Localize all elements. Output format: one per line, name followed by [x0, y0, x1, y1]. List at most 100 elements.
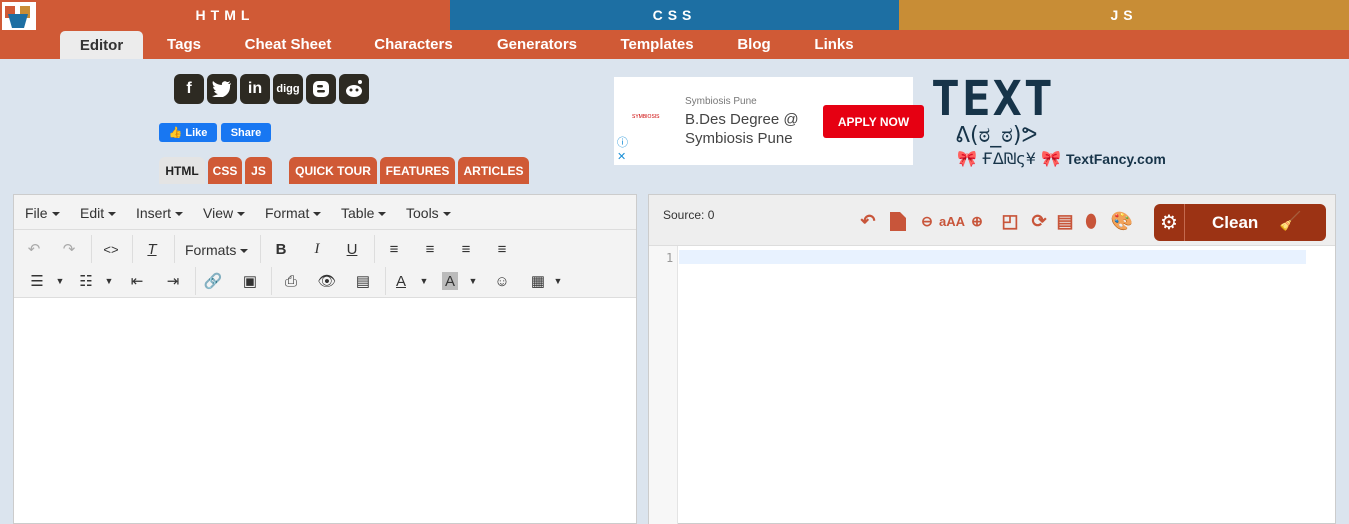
blogger-icon[interactable]	[306, 74, 336, 104]
ad-headline[interactable]: B.Des Degree @ Symbiosis Pune	[685, 110, 815, 148]
nav-tags[interactable]: Tags	[160, 30, 208, 59]
nav-characters[interactable]: Characters	[366, 30, 461, 59]
ad-apply-button[interactable]: APPLY NOW	[823, 105, 924, 138]
align-left-icon[interactable]: ≡	[383, 238, 405, 260]
digg-icon[interactable]: digg	[273, 74, 303, 104]
menu-tools[interactable]: Tools	[406, 205, 451, 221]
copy-icon[interactable]: ▤	[1054, 210, 1076, 232]
wysiwyg-editor: File Edit Insert View Format Table Tools…	[13, 194, 637, 524]
clean-button[interactable]: ⚙ Clean 🧹	[1154, 204, 1326, 241]
subtab-articles[interactable]: ARTICLES	[458, 157, 529, 184]
textfancy-promo[interactable]: TEXT ᕕ(ಠ_ಠ)ᕗ 🎀 ҒΔ₪ς¥ 🎀 TextFancy.com	[931, 75, 1166, 175]
preview-icon[interactable]: 👁	[316, 270, 338, 292]
code-panel: Source: 0 ↶ ⊖ aAA ⊕ ◰ ⟳ ▤ ⬮ 🎨 ⚙ Clean 🧹 …	[648, 194, 1336, 524]
social-icons: f in digg	[174, 74, 369, 104]
ad-advertiser: Symbiosis Pune	[685, 96, 757, 107]
source-counter: Source: 0	[663, 208, 715, 222]
facebook-share-button[interactable]: Share	[221, 123, 271, 142]
align-justify-icon[interactable]: ≡	[491, 238, 513, 260]
decrease-font-icon[interactable]: ⊖	[917, 210, 937, 232]
source-code-icon[interactable]: <>	[100, 238, 122, 260]
font-size-icon[interactable]: aAA	[937, 210, 967, 232]
line-gutter	[649, 246, 678, 524]
indent-icon[interactable]: ⇥	[162, 270, 184, 292]
textfancy-fancy: ҒΔ₪ς¥	[982, 149, 1036, 168]
background-color-dropdown-icon[interactable]: ▼	[462, 270, 484, 292]
nav-templates[interactable]: Templates	[613, 30, 701, 59]
mouse-icon[interactable]: ⬮	[1081, 210, 1101, 232]
menu-view[interactable]: View	[203, 205, 246, 221]
menu-format[interactable]: Format	[265, 205, 322, 221]
subtab-quick-tour[interactable]: QUICK TOUR	[289, 157, 377, 184]
media-icon[interactable]: ▤	[352, 270, 374, 292]
numbered-list-dropdown-icon[interactable]: ▼	[98, 270, 120, 292]
undo-icon[interactable]: ↶	[857, 210, 879, 232]
clear-formatting-icon[interactable]: T	[141, 238, 163, 260]
new-document-icon[interactable]	[887, 210, 909, 232]
undo-icon[interactable]: ↶	[23, 238, 45, 260]
redo-icon[interactable]: ↷	[58, 238, 80, 260]
ad-info-icon[interactable]: ⓘ ✕	[617, 136, 628, 164]
gear-icon[interactable]: ⚙	[1154, 204, 1185, 241]
bow-icon: 🎀	[1040, 149, 1061, 168]
menu-insert[interactable]: Insert	[136, 205, 184, 221]
lang-css-tab[interactable]: CSS	[450, 0, 899, 30]
menu-file[interactable]: File	[25, 205, 60, 221]
background-color-icon[interactable]: A	[442, 272, 458, 290]
bullet-list-icon[interactable]: ☰	[26, 270, 48, 292]
italic-icon[interactable]: I	[306, 238, 328, 260]
menu-table[interactable]: Table	[341, 205, 387, 221]
subtab-html[interactable]: HTML	[159, 157, 205, 184]
editor-content-area[interactable]	[14, 299, 636, 523]
subtab-js[interactable]: JS	[245, 157, 272, 184]
formats-dropdown[interactable]: Formats	[185, 242, 249, 258]
facebook-icon[interactable]: f	[174, 74, 204, 104]
line-number: 1	[666, 251, 674, 265]
nav-generators[interactable]: Generators	[488, 30, 586, 59]
nav-cheat-sheet[interactable]: Cheat Sheet	[236, 30, 340, 59]
underline-icon[interactable]: U	[341, 238, 363, 260]
emoticons-icon[interactable]: ☺	[491, 270, 513, 292]
table-dropdown-icon[interactable]: ▼	[547, 270, 569, 292]
site-logo[interactable]	[2, 2, 36, 30]
palette-icon[interactable]: 🎨	[1110, 210, 1134, 232]
table-icon[interactable]: ▦	[527, 270, 549, 292]
language-bar: HTML CSS JS	[0, 0, 1349, 30]
linkedin-icon[interactable]: in	[240, 74, 270, 104]
outdent-icon[interactable]: ⇤	[126, 270, 148, 292]
reddit-icon[interactable]	[339, 74, 369, 104]
lang-js-tab[interactable]: JS	[899, 0, 1349, 30]
text-color-icon[interactable]: A	[390, 270, 412, 292]
nav-links[interactable]: Links	[806, 30, 862, 59]
print-icon[interactable]: ⎙	[280, 270, 302, 292]
align-right-icon[interactable]: ≡	[455, 238, 477, 260]
subtab-features[interactable]: FEATURES	[380, 157, 455, 184]
editor-menubar: File Edit Insert View Format Table Tools	[14, 195, 636, 230]
bold-icon[interactable]: B	[270, 238, 292, 260]
facebook-like-button[interactable]: 👍 Like	[159, 123, 217, 142]
sync-icon[interactable]: ⟳	[1028, 210, 1050, 232]
nav-blog[interactable]: Blog	[728, 30, 780, 59]
increase-font-icon[interactable]: ⊕	[967, 210, 987, 232]
textfancy-face: ᕕ(ಠ_ಠ)ᕗ	[955, 123, 1038, 148]
menu-edit[interactable]: Edit	[80, 205, 117, 221]
twitter-icon[interactable]	[207, 74, 237, 104]
align-center-icon[interactable]: ≡	[419, 238, 441, 260]
share-label: Share	[230, 126, 262, 139]
text-color-dropdown-icon[interactable]: ▼	[413, 270, 435, 292]
bullet-list-dropdown-icon[interactable]: ▼	[49, 270, 71, 292]
nav-editor[interactable]: Editor	[60, 31, 143, 59]
ad-logo: SYMBIOSIS	[632, 114, 660, 120]
wrap-icon[interactable]: ◰	[999, 210, 1021, 232]
like-label: Like	[185, 126, 208, 139]
broom-icon: 🧹	[1279, 211, 1302, 231]
lang-html-tab[interactable]: HTML	[0, 0, 450, 30]
code-editor-area[interactable]	[679, 247, 1334, 523]
image-icon[interactable]: ▣	[239, 270, 261, 292]
thumbs-up-icon: 👍	[168, 127, 183, 139]
editor-toolbar: ↶ ↷ <> T Formats B I U ≡ ≡ ≡ ≡ ☰ ▼ ☷ ▼ ⇤…	[14, 230, 636, 298]
subtab-css[interactable]: CSS	[208, 157, 242, 184]
link-icon[interactable]: 🔗	[202, 270, 224, 292]
numbered-list-icon[interactable]: ☷	[75, 270, 97, 292]
ad-banner[interactable]: SYMBIOSIS Symbiosis Pune B.Des Degree @ …	[614, 77, 924, 165]
